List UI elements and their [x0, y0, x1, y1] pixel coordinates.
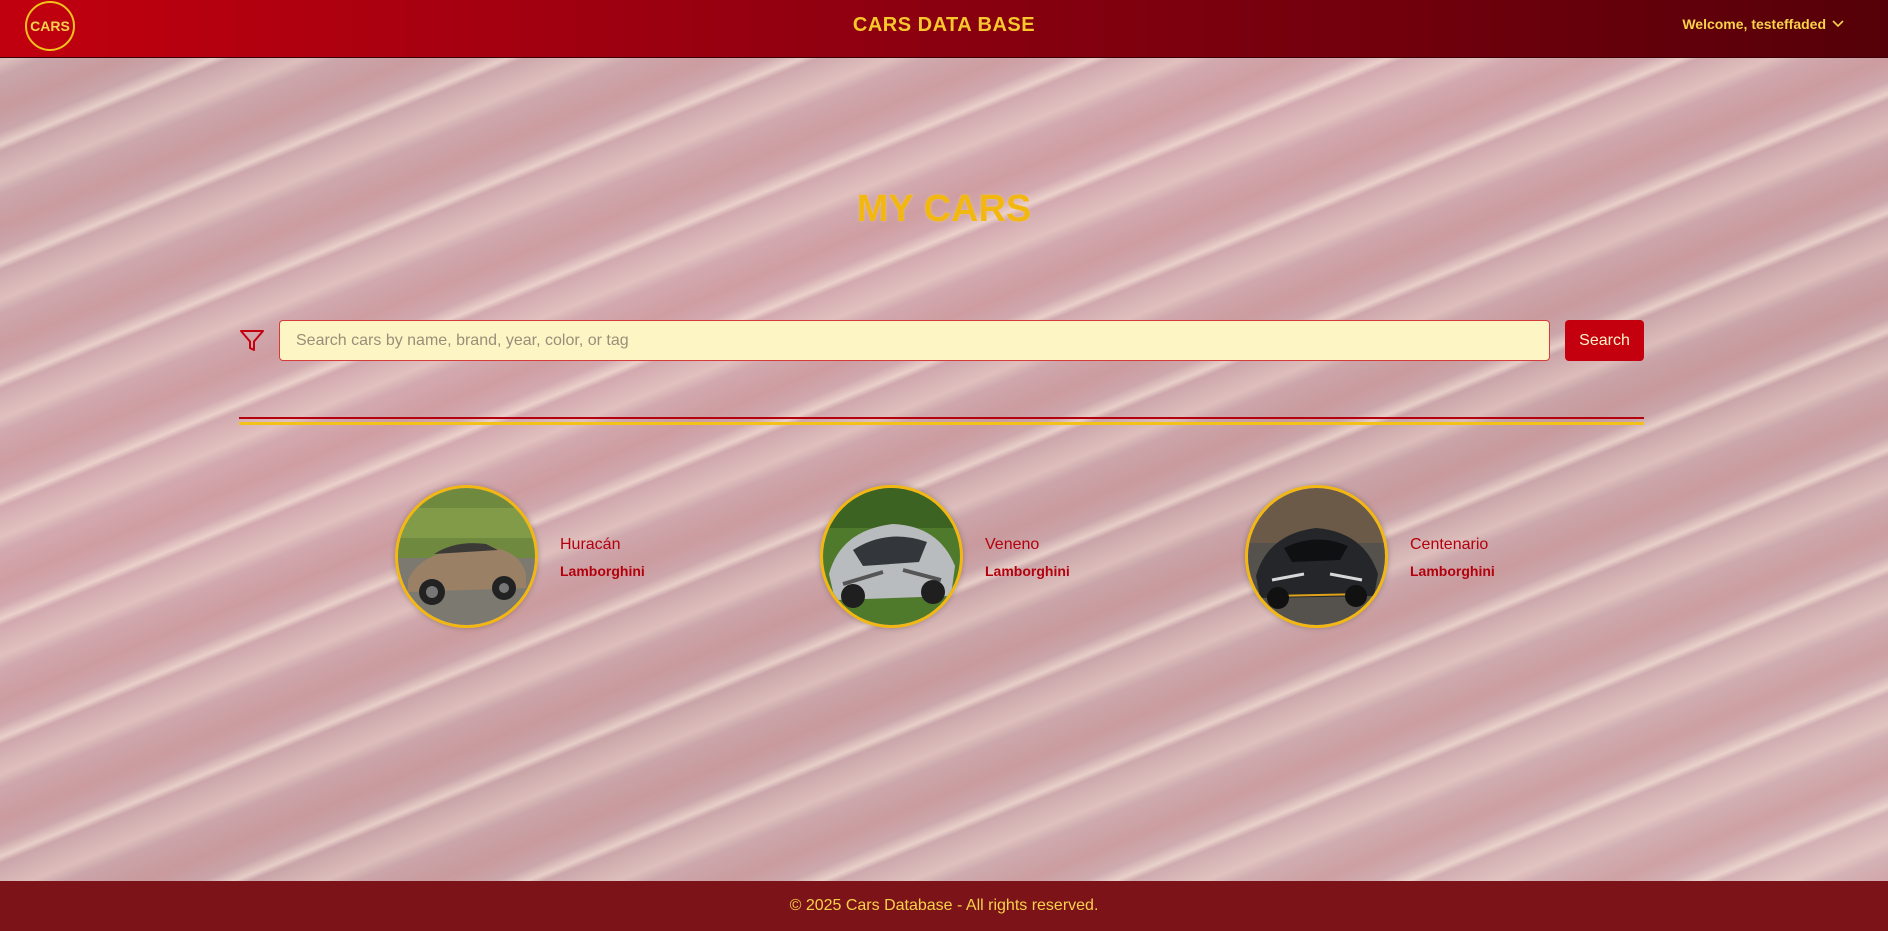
car-brand: Lamborghini — [560, 563, 645, 579]
car-card-centenario[interactable]: Centenario Lamborghini — [1245, 485, 1545, 628]
car-name: Centenario — [1410, 536, 1489, 553]
divider — [239, 422, 1644, 425]
car-image-veneno[interactable] — [820, 485, 963, 628]
user-menu-toggle[interactable]: Welcome, testeffaded — [1682, 16, 1844, 32]
search-input[interactable] — [279, 320, 1550, 361]
footer-text: © 2025 Cars Database - All rights reserv… — [789, 897, 1099, 914]
search-button[interactable]: Search — [1565, 320, 1644, 361]
car-image-centenario[interactable] — [1245, 485, 1388, 628]
filter-icon[interactable] — [239, 329, 265, 353]
chevron-down-icon — [1832, 20, 1844, 28]
car-card-veneno[interactable]: Veneno Lamborghini — [820, 485, 1120, 628]
car-name: Veneno — [985, 536, 1040, 553]
page-title: MY CARS — [856, 188, 1032, 230]
app-title: CARS DATA BASE — [852, 14, 1036, 36]
car-brand: Lamborghini — [985, 563, 1070, 579]
footer: © 2025 Cars Database - All rights reserv… — [0, 881, 1888, 931]
divider — [239, 417, 1644, 419]
search-bar: Search — [239, 320, 1644, 361]
car-image-huracan[interactable] — [395, 485, 538, 628]
car-brand: Lamborghini — [1410, 563, 1495, 579]
top-navbar: CARS CARS DATA BASE Welcome, testeffaded — [0, 0, 1888, 58]
car-name: Huracán — [560, 536, 621, 553]
user-greeting: Welcome, testeffaded — [1682, 16, 1826, 32]
car-card-huracan[interactable]: Huracán Lamborghini — [395, 485, 695, 628]
